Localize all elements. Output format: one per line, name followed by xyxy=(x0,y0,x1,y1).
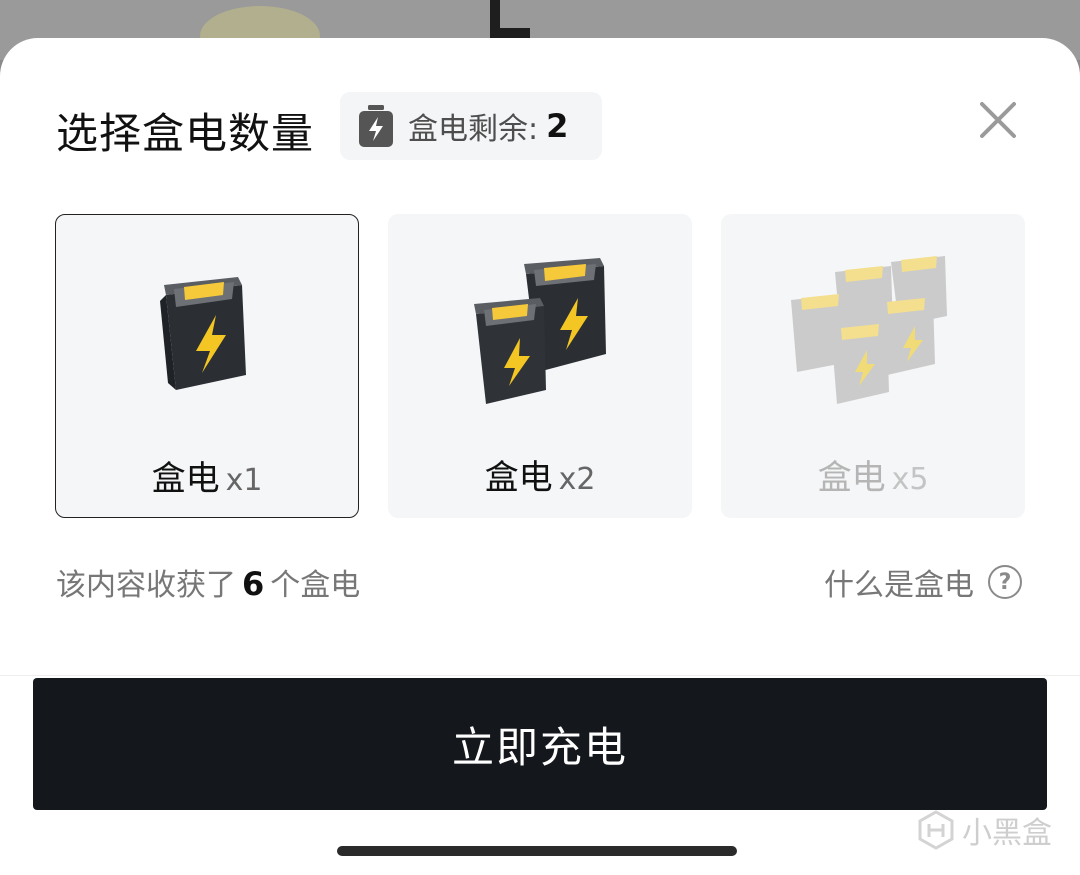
harvest-suffix: 个盒电 xyxy=(270,568,361,603)
divider xyxy=(0,675,1080,676)
watermark: 小黑盒 xyxy=(918,808,1052,852)
harvest-info: 该内容收获了 6 个盒电 xyxy=(56,560,360,604)
option-card-x1[interactable]: 盒电 x1 xyxy=(55,214,359,518)
remaining-count: 2 xyxy=(546,107,569,145)
option-card-x2[interactable]: 盒电 x2 xyxy=(388,214,692,518)
remaining-badge: 盒电剩余: 2 xyxy=(340,92,602,160)
background-glyph xyxy=(490,0,530,38)
harvest-count: 6 xyxy=(242,565,265,603)
watermark-logo-icon xyxy=(918,810,954,850)
remaining-label: 盒电剩余: xyxy=(408,112,539,147)
double-battery-illustration xyxy=(388,254,692,424)
close-icon[interactable] xyxy=(976,98,1020,142)
option-multiplier: x5 xyxy=(891,462,929,497)
harvest-prefix: 该内容收获了 xyxy=(56,568,236,603)
five-battery-illustration xyxy=(721,254,1025,424)
what-is-label: 什么是盒电 xyxy=(824,568,974,603)
option-multiplier: x2 xyxy=(558,462,596,497)
home-indicator[interactable] xyxy=(337,846,737,856)
option-caption: 盒电 x5 xyxy=(721,450,1025,499)
what-is-link[interactable]: 什么是盒电 ? xyxy=(824,560,1022,604)
quantity-options: 盒电 x1 盒电 x2 盒电 x5 xyxy=(55,214,1025,518)
charge-now-button[interactable]: 立即充电 xyxy=(33,678,1047,810)
option-card-x5[interactable]: 盒电 x5 xyxy=(721,214,1025,518)
option-name: 盒电 xyxy=(151,459,220,499)
single-battery-illustration xyxy=(56,255,358,425)
option-name: 盒电 xyxy=(817,458,886,498)
help-icon: ? xyxy=(988,565,1022,599)
battery-icon xyxy=(358,105,394,147)
watermark-text: 小黑盒 xyxy=(962,816,1052,851)
option-caption: 盒电 x1 xyxy=(56,451,358,500)
option-multiplier: x1 xyxy=(225,463,263,498)
option-name: 盒电 xyxy=(484,458,553,498)
option-caption: 盒电 x2 xyxy=(388,450,692,499)
sheet-title: 选择盒电数量 xyxy=(56,109,315,158)
